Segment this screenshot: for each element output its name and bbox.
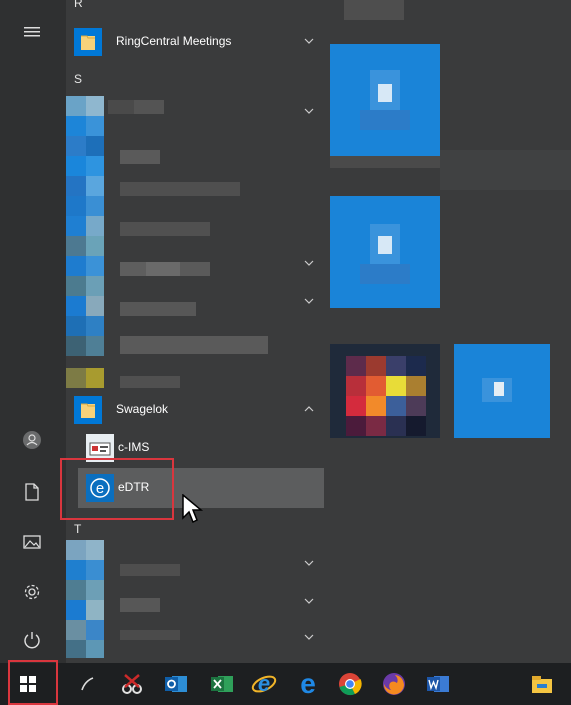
tile-area — [330, 0, 571, 663]
start-menu-rail — [0, 0, 66, 663]
svg-text:e: e — [258, 671, 270, 696]
chevron-down-icon[interactable] — [302, 34, 316, 48]
outlook-icon[interactable] — [160, 668, 192, 700]
pictures-icon[interactable] — [18, 528, 46, 556]
blurred-app-icons — [66, 540, 106, 660]
chevron-down-icon[interactable] — [302, 630, 316, 644]
app-list[interactable]: R RingCentral Meetings S Swagelok c-IMS … — [66, 0, 330, 663]
word-icon[interactable] — [422, 668, 454, 700]
app-ringcentral-meetings[interactable]: RingCentral Meetings — [66, 22, 324, 62]
settings-icon[interactable] — [18, 578, 46, 606]
firefox-icon[interactable] — [378, 668, 410, 700]
section-letter-s[interactable]: S — [74, 72, 82, 86]
section-letter-r[interactable]: R — [74, 0, 83, 10]
folder-icon — [74, 28, 102, 56]
snipping-tool-icon[interactable] — [116, 668, 148, 700]
chevron-down-icon[interactable] — [302, 294, 316, 308]
user-account-icon[interactable] — [18, 426, 46, 454]
hamburger-menu-icon[interactable] — [18, 18, 46, 46]
app-swagelok-folder[interactable]: Swagelok — [66, 390, 324, 430]
blurred-app-labels — [120, 560, 230, 640]
chevron-up-icon[interactable] — [302, 402, 316, 416]
app-label: Swagelok — [116, 402, 169, 416]
app-label: c-IMS — [118, 440, 150, 454]
file-explorer-icon[interactable] — [526, 668, 558, 700]
excel-icon[interactable] — [206, 668, 238, 700]
chevron-down-icon[interactable] — [302, 256, 316, 270]
windows-desktop: R RingCentral Meetings S Swagelok c-IMS … — [0, 0, 571, 705]
internet-explorer-icon[interactable]: e — [248, 668, 280, 700]
chevron-down-icon[interactable] — [302, 594, 316, 608]
highlight-box-edtr — [60, 458, 174, 520]
chrome-icon[interactable] — [334, 668, 366, 700]
blurred-app-icons — [66, 96, 106, 388]
app-label: RingCentral Meetings — [116, 34, 232, 48]
chevron-down-icon[interactable] — [302, 556, 316, 570]
mouse-cursor-icon — [182, 494, 204, 524]
section-letter-t[interactable]: T — [74, 522, 81, 536]
pixelated-tiles — [330, 0, 571, 438]
chevron-down-icon[interactable] — [302, 104, 316, 118]
folder-icon — [74, 396, 102, 424]
power-icon[interactable] — [18, 626, 46, 654]
documents-icon[interactable] — [18, 478, 46, 506]
start-menu: R RingCentral Meetings S Swagelok c-IMS … — [0, 0, 571, 663]
taskbar: e e — [0, 663, 571, 705]
pen-icon[interactable] — [72, 668, 104, 700]
highlight-box-start — [8, 660, 58, 705]
blurred-app-labels — [108, 100, 270, 390]
edge-icon[interactable]: e — [292, 668, 324, 700]
svg-text:e: e — [300, 670, 316, 698]
